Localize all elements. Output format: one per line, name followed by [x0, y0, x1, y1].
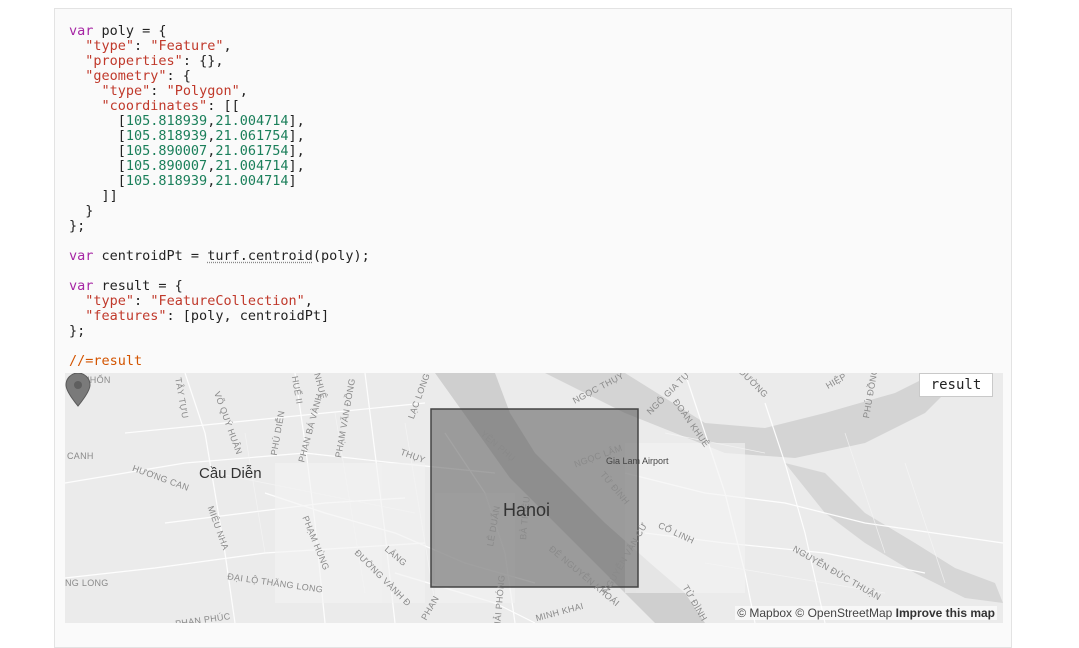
code-token: "geometry" [85, 68, 167, 84]
street-label: CANH [67, 451, 94, 461]
code-token: : [poly, centroidPt] [166, 308, 330, 324]
code-token: [ [69, 143, 126, 159]
code-token: }; [69, 323, 86, 339]
code-token: 105.818939 [125, 173, 208, 189]
code-line: [105.818939,21.004714], [69, 114, 370, 129]
code-token: , [304, 293, 313, 309]
code-token: , [239, 83, 248, 99]
code-line: var result = { [69, 279, 370, 294]
osm-attribution-link[interactable]: © OpenStreetMap [795, 606, 892, 620]
code-token: result = { [93, 278, 183, 294]
code-token: : [134, 293, 151, 309]
code-token: "type" [101, 83, 151, 99]
code-token: 21.004714 [215, 173, 289, 189]
code-token: "coordinates" [101, 98, 208, 114]
code-token: "type" [85, 38, 135, 54]
code-line: "features": [poly, centroidPt] [69, 309, 370, 324]
code-line: ​ [69, 234, 370, 249]
code-token: 105.890007 [125, 158, 208, 174]
code-token: [ [69, 173, 126, 189]
code-token: var [69, 248, 94, 264]
code-token: centroidPt = [93, 248, 208, 264]
map-view[interactable]: NHỔN TÂY TỰU VÕ QUÝ HUÂN PHÚ DIỄN HUẾ II… [65, 373, 1003, 623]
code-token: [ [69, 158, 126, 174]
improve-map-link[interactable]: Improve this map [896, 606, 995, 620]
code-token: ], [288, 143, 305, 159]
code-token: 21.004714 [215, 158, 289, 174]
code-line: }; [69, 324, 370, 339]
code-token: "properties" [85, 53, 183, 69]
code-token: "Polygon" [166, 83, 240, 99]
code-token: : [[ [207, 98, 240, 114]
code-token: [ [69, 128, 126, 144]
code-token: : { [166, 68, 191, 84]
code-line: "type": "FeatureCollection", [69, 294, 370, 309]
code-token: ], [288, 128, 305, 144]
code-token: } [69, 203, 94, 219]
code-line: } [69, 204, 370, 219]
code-token: ], [288, 158, 305, 174]
code-line: ]] [69, 189, 370, 204]
city-label-cau-dien: Cầu Diễn [199, 465, 262, 482]
code-line: var poly = { [69, 24, 370, 39]
code-line: [105.818939,21.004714] [69, 174, 370, 189]
code-line: "type": "Polygon", [69, 84, 370, 99]
city-label-hanoi: Hanoi [503, 500, 551, 520]
code-token: : {}, [182, 53, 224, 69]
code-line: "coordinates": [[ [69, 99, 370, 114]
code-token: 21.061754 [215, 128, 289, 144]
code-line: [105.818939,21.061754], [69, 129, 370, 144]
code-token: 21.004714 [215, 113, 289, 129]
code-token: "type" [85, 293, 135, 309]
map-attribution: © Mapbox © OpenStreetMap Improve this ma… [735, 606, 997, 620]
code-token: : [150, 83, 167, 99]
polygon-feature [430, 408, 639, 588]
code-token: }; [69, 218, 86, 234]
code-token: ] [288, 173, 297, 189]
code-token: , [223, 38, 232, 54]
centroid-marker-icon[interactable] [65, 373, 91, 407]
code-token: "Feature" [150, 38, 224, 54]
code-token: "FeatureCollection" [150, 293, 305, 309]
code-token: 105.890007 [125, 143, 208, 159]
mapbox-attribution-link[interactable]: © Mapbox [737, 606, 792, 620]
code-token: //=result [69, 353, 143, 369]
code-line: [105.890007,21.061754], [69, 144, 370, 159]
code-line: //=result [69, 354, 370, 369]
code-token: [ [69, 113, 126, 129]
code-token: 105.818939 [125, 128, 208, 144]
code-token: 105.818939 [125, 113, 208, 129]
code-line: "geometry": { [69, 69, 370, 84]
code-line: ​ [69, 339, 370, 354]
code-token: (poly); [312, 248, 370, 264]
airport-label: Gia Lam Airport [606, 456, 669, 466]
street-label: NG LONG [65, 578, 109, 588]
code-token: ]] [69, 188, 118, 204]
code-line: "type": "Feature", [69, 39, 370, 54]
code-token: turf.centroid [207, 248, 313, 264]
code-token: var [69, 278, 94, 294]
code-line: "properties": {}, [69, 54, 370, 69]
code-token: poly = { [93, 23, 167, 39]
code-line: var centroidPt = turf.centroid(poly); [69, 249, 370, 264]
code-token: var [69, 23, 94, 39]
code-token: 21.061754 [215, 143, 289, 159]
code-token: "features" [85, 308, 167, 324]
result-toggle-button[interactable]: result [919, 373, 993, 397]
code-token: ], [288, 113, 305, 129]
code-token: : [134, 38, 151, 54]
code-block: var poly = { "type": "Feature", "propert… [69, 24, 370, 369]
code-line: ​ [69, 264, 370, 279]
code-line: [105.890007,21.004714], [69, 159, 370, 174]
code-line: }; [69, 219, 370, 234]
